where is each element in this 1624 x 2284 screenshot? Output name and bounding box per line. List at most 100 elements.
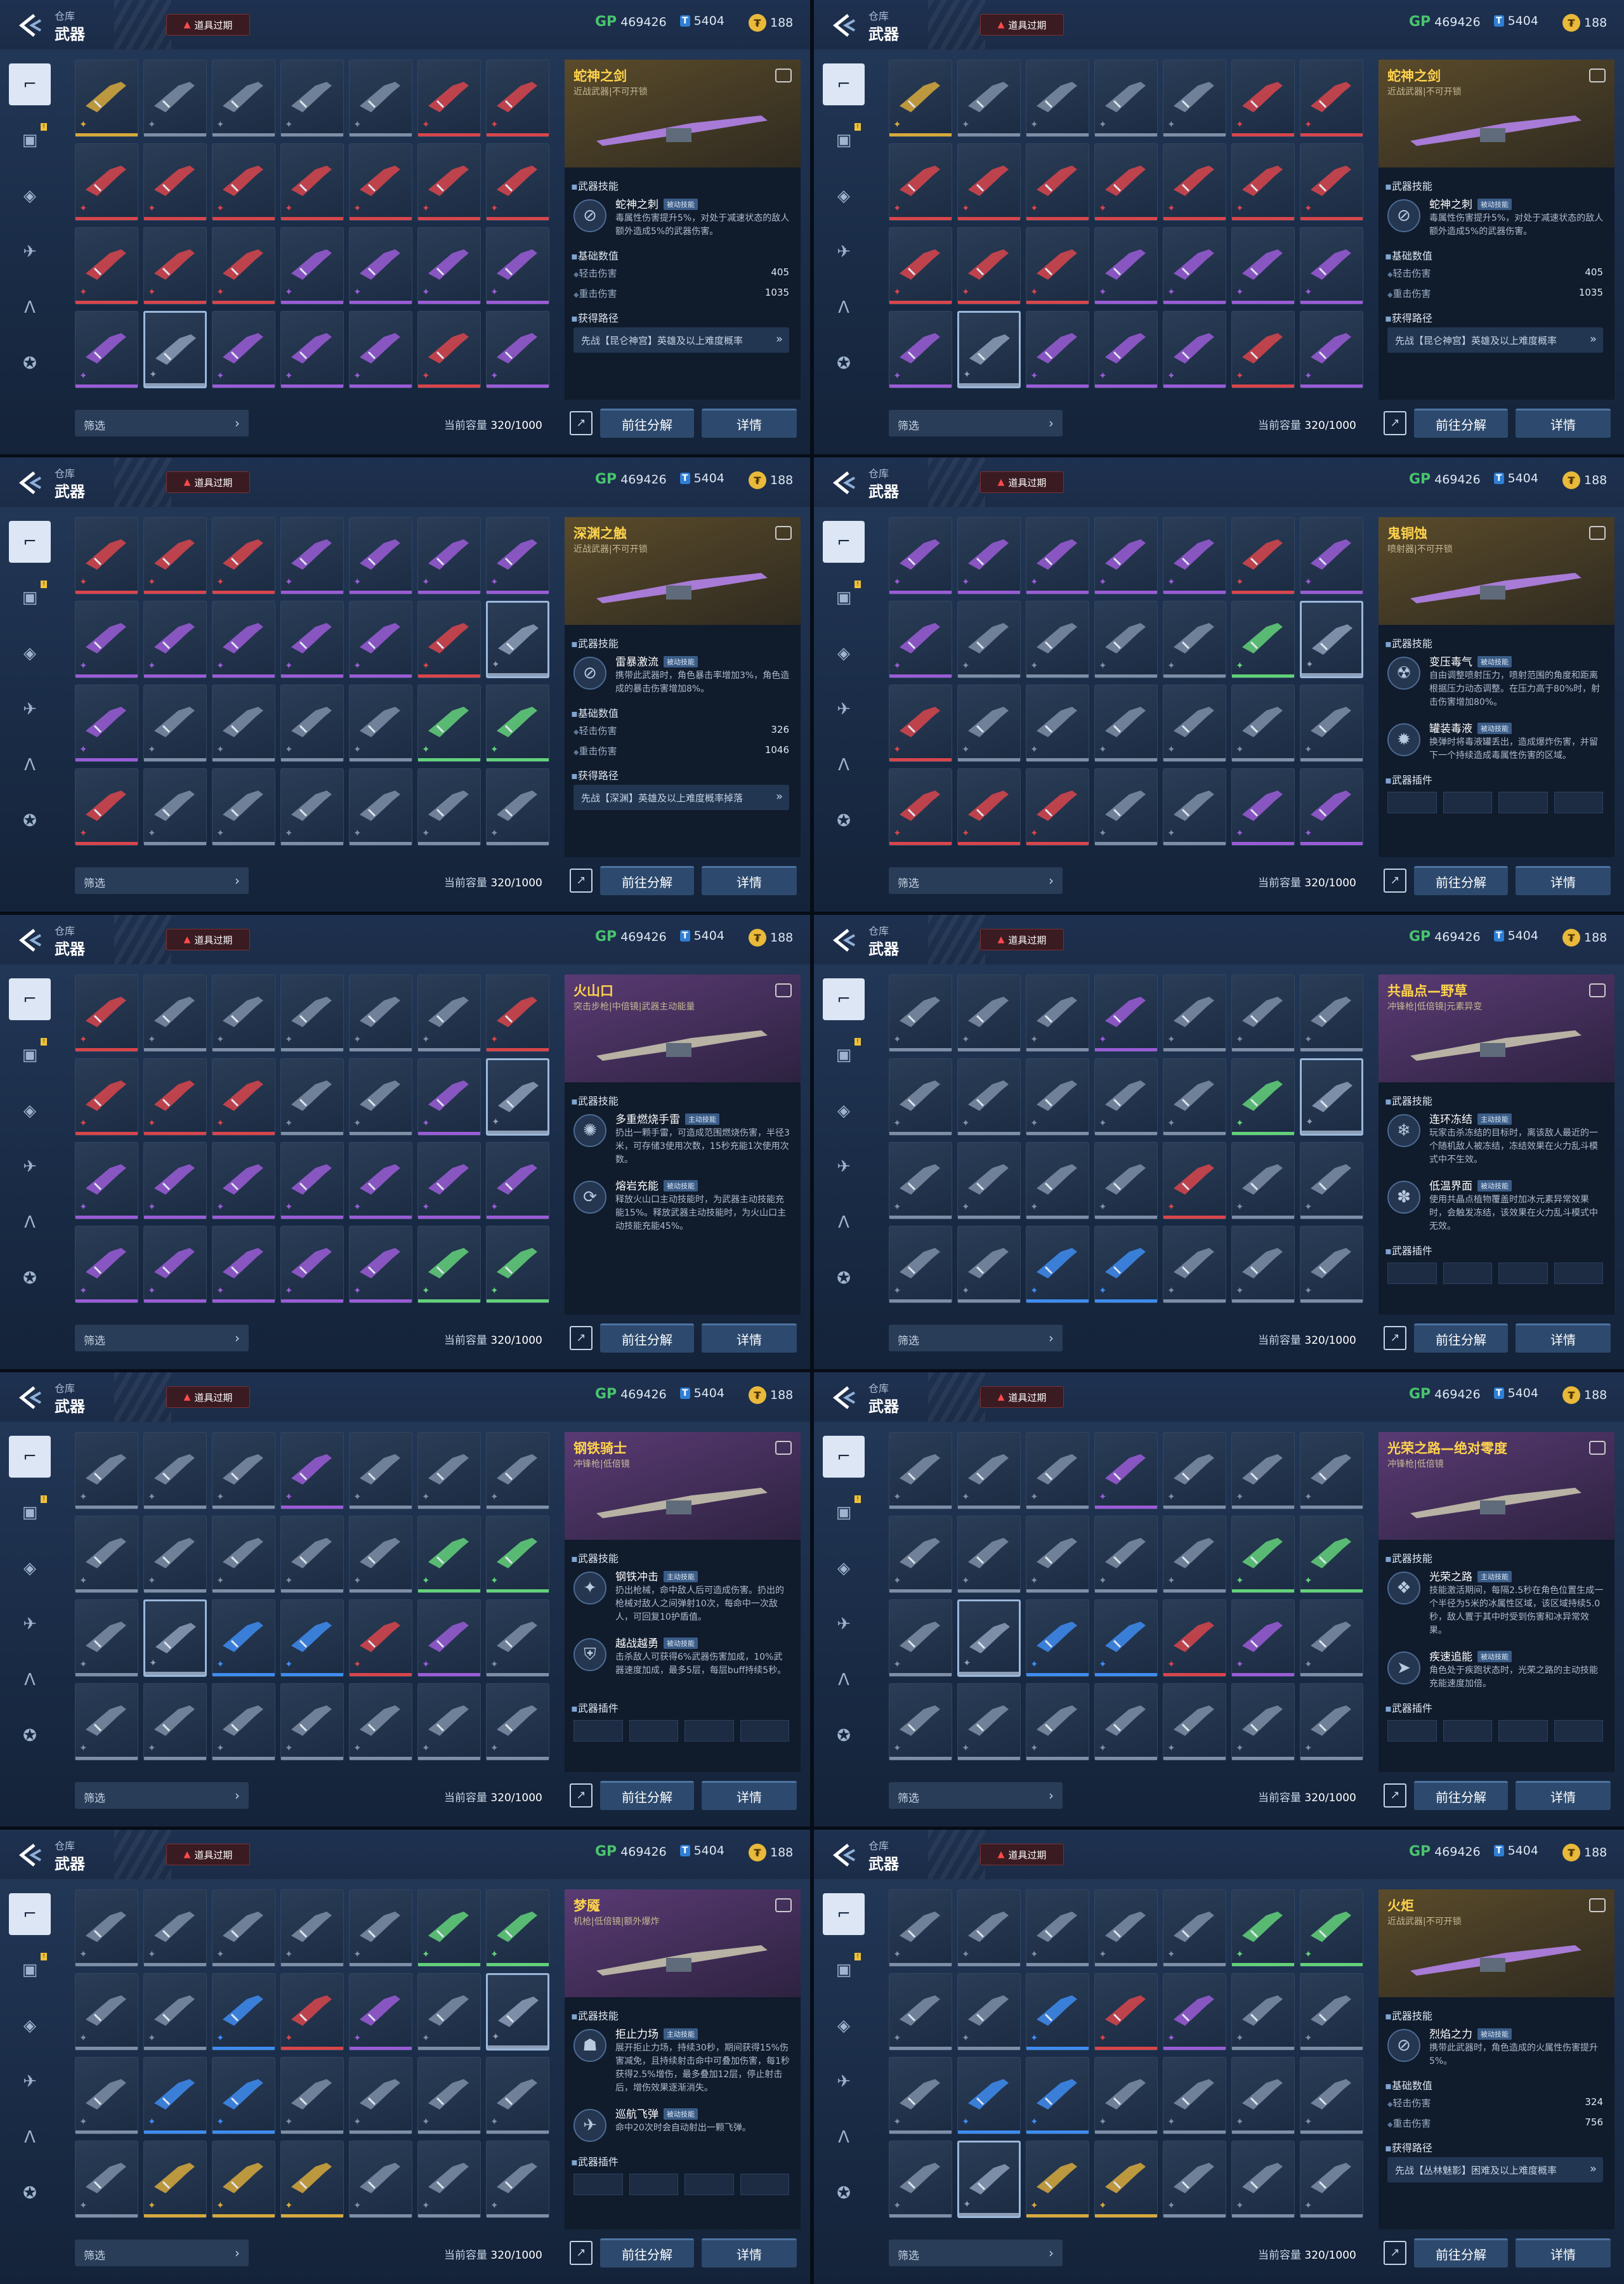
expired-items-button[interactable]: ▲ 道具过期	[166, 471, 250, 493]
filter-dropdown[interactable]: 筛选 ›	[75, 410, 249, 436]
weapon-slot[interactable]: ✦	[486, 227, 549, 305]
weapon-slot[interactable]: ✦	[143, 60, 207, 137]
tab-chip[interactable]: Ʌ	[823, 1659, 865, 1701]
weapon-slot[interactable]: ✦	[280, 601, 344, 678]
plugin-slot[interactable]	[1387, 1263, 1437, 1284]
weapon-slot[interactable]: ✦	[212, 1889, 275, 1967]
weapon-slot[interactable]: ✦	[212, 60, 275, 137]
weapon-slot[interactable]: ✦	[280, 1516, 344, 1593]
weapon-slot[interactable]: ✦	[349, 1683, 412, 1761]
weapon-slot[interactable]: ✦	[1300, 1683, 1363, 1761]
weapon-slot[interactable]: ✦	[212, 517, 275, 594]
weapon-slot[interactable]: ✦	[1231, 1432, 1295, 1509]
weapon-slot[interactable]: ✦	[1094, 2057, 1158, 2134]
weapon-slot[interactable]: ✦	[280, 1973, 344, 2051]
weapon-slot[interactable]: ✦	[1300, 685, 1363, 762]
weapon-slot[interactable]: ✦	[1300, 768, 1363, 846]
weapon-slot[interactable]: ✦	[212, 768, 275, 846]
expired-items-button[interactable]: ▲ 道具过期	[166, 14, 250, 36]
acquire-path-link[interactable]: 先战【昆仑神宫】英雄及以上难度概率»	[1387, 327, 1603, 353]
weapon-slot[interactable]: ✦	[349, 2141, 412, 2218]
plugin-slot[interactable]	[684, 2174, 734, 2195]
acquire-path-link[interactable]: 先战【昆仑神宫】英雄及以上难度概率»	[573, 327, 789, 353]
weapon-slot[interactable]: ✦	[349, 1058, 412, 1136]
plugin-slot[interactable]	[1554, 1720, 1603, 1742]
weapon-slot[interactable]: ✦	[1300, 1226, 1363, 1303]
weapon-slot[interactable]: ✦	[143, 1058, 207, 1136]
weapon-slot[interactable]: ✦	[75, 2057, 138, 2134]
tab-grenade[interactable]: ◈	[823, 2005, 865, 2047]
weapon-slot[interactable]: ✦	[417, 517, 481, 594]
tab-pistol[interactable]: ⌐	[9, 63, 51, 105]
back-arrow-icon[interactable]	[15, 1384, 44, 1412]
weapon-slot[interactable]: ✦	[889, 768, 952, 846]
weapon-slot[interactable]: ✦	[486, 143, 549, 221]
weapon-slot[interactable]: ✦	[1026, 1516, 1089, 1593]
weapon-slot[interactable]: ✦	[1026, 227, 1089, 305]
weapon-slot[interactable]: ✦	[75, 1599, 138, 1677]
filter-dropdown[interactable]: 筛选 ›	[75, 1325, 249, 1351]
tab-grenade[interactable]: ◈	[9, 175, 51, 217]
weapon-slot[interactable]: ✦	[349, 143, 412, 221]
weapon-slot[interactable]: ✦	[280, 227, 344, 305]
weapon-slot[interactable]: ✦	[143, 1142, 207, 1219]
weapon-slot[interactable]: ✦	[486, 1599, 549, 1677]
weapon-slot[interactable]: ✦	[1163, 975, 1226, 1052]
weapon-slot[interactable]: ✦	[1094, 517, 1158, 594]
weapon-slot[interactable]: ✦	[417, 311, 481, 388]
tab-pistol[interactable]: ⌐	[823, 1436, 865, 1478]
decompose-button[interactable]: 前往分解	[1414, 1323, 1508, 1353]
weapon-slot[interactable]: ✦	[75, 1432, 138, 1509]
weapon-slot[interactable]: ✦	[75, 517, 138, 594]
tab-chip[interactable]: Ʌ	[9, 2117, 51, 2158]
weapon-slot[interactable]: ✦	[1163, 1226, 1226, 1303]
tab-armor[interactable]: ▣!	[823, 119, 865, 161]
weapon-slot[interactable]: ✦	[1300, 311, 1363, 388]
weapon-slot[interactable]: ✦	[957, 60, 1021, 137]
weapon-slot[interactable]: ✦	[1163, 1889, 1226, 1967]
weapon-slot[interactable]: ✦	[1094, 685, 1158, 762]
weapon-slot[interactable]: ✦	[1231, 1973, 1295, 2051]
weapon-slot[interactable]: ✦	[889, 1889, 952, 1967]
weapon-slot[interactable]: ✦	[143, 1432, 207, 1509]
weapon-slot[interactable]: ✦	[417, 1226, 481, 1303]
weapon-slot[interactable]: ✦	[1026, 143, 1089, 221]
tab-chip[interactable]: Ʌ	[823, 744, 865, 786]
lock-icon[interactable]	[1589, 526, 1606, 540]
tab-drone[interactable]: ✈	[823, 1146, 865, 1188]
weapon-slot[interactable]: ✦	[75, 1683, 138, 1761]
tab-medal[interactable]: ✪	[9, 800, 51, 842]
plugin-slot[interactable]	[573, 1720, 623, 1742]
weapon-slot[interactable]: ✦	[212, 2057, 275, 2134]
weapon-slot[interactable]: ✦	[1300, 1432, 1363, 1509]
weapon-slot[interactable]: ✦	[349, 975, 412, 1052]
weapon-slot[interactable]: ✦	[143, 227, 207, 305]
weapon-slot[interactable]: ✦	[417, 975, 481, 1052]
weapon-slot[interactable]: ✦	[1094, 60, 1158, 137]
weapon-slot[interactable]: ✦	[280, 768, 344, 846]
weapon-slot[interactable]: ✦	[1300, 975, 1363, 1052]
tab-grenade[interactable]: ◈	[823, 175, 865, 217]
plugin-slot[interactable]	[1554, 1263, 1603, 1284]
weapon-slot[interactable]: ✦	[486, 1432, 549, 1509]
weapon-slot[interactable]: ✦	[1094, 1432, 1158, 1509]
weapon-slot[interactable]: ✦	[1163, 1973, 1226, 2051]
weapon-slot[interactable]: ✦	[957, 227, 1021, 305]
weapon-slot[interactable]: ✦	[417, 1599, 481, 1677]
weapon-slot[interactable]: ✦	[1094, 1599, 1158, 1677]
weapon-slot[interactable]: ✦	[75, 1973, 138, 2051]
weapon-slot[interactable]: ✦	[486, 1226, 549, 1303]
weapon-slot[interactable]: ✦	[1300, 2057, 1363, 2134]
weapon-slot[interactable]: ✦	[75, 2141, 138, 2218]
plugin-slot[interactable]	[573, 2174, 623, 2195]
details-button[interactable]: 详情	[702, 409, 797, 438]
weapon-slot[interactable]: ✦	[957, 1142, 1021, 1219]
weapon-slot[interactable]: ✦	[486, 601, 549, 678]
weapon-slot[interactable]: ✦	[889, 1599, 952, 1677]
weapon-slot[interactable]: ✦	[889, 2057, 952, 2134]
tab-pistol[interactable]: ⌐	[9, 521, 51, 563]
weapon-slot[interactable]: ✦	[280, 1142, 344, 1219]
tab-medal[interactable]: ✪	[9, 343, 51, 384]
weapon-slot[interactable]: ✦	[1163, 1142, 1226, 1219]
tab-drone[interactable]: ✈	[9, 688, 51, 730]
